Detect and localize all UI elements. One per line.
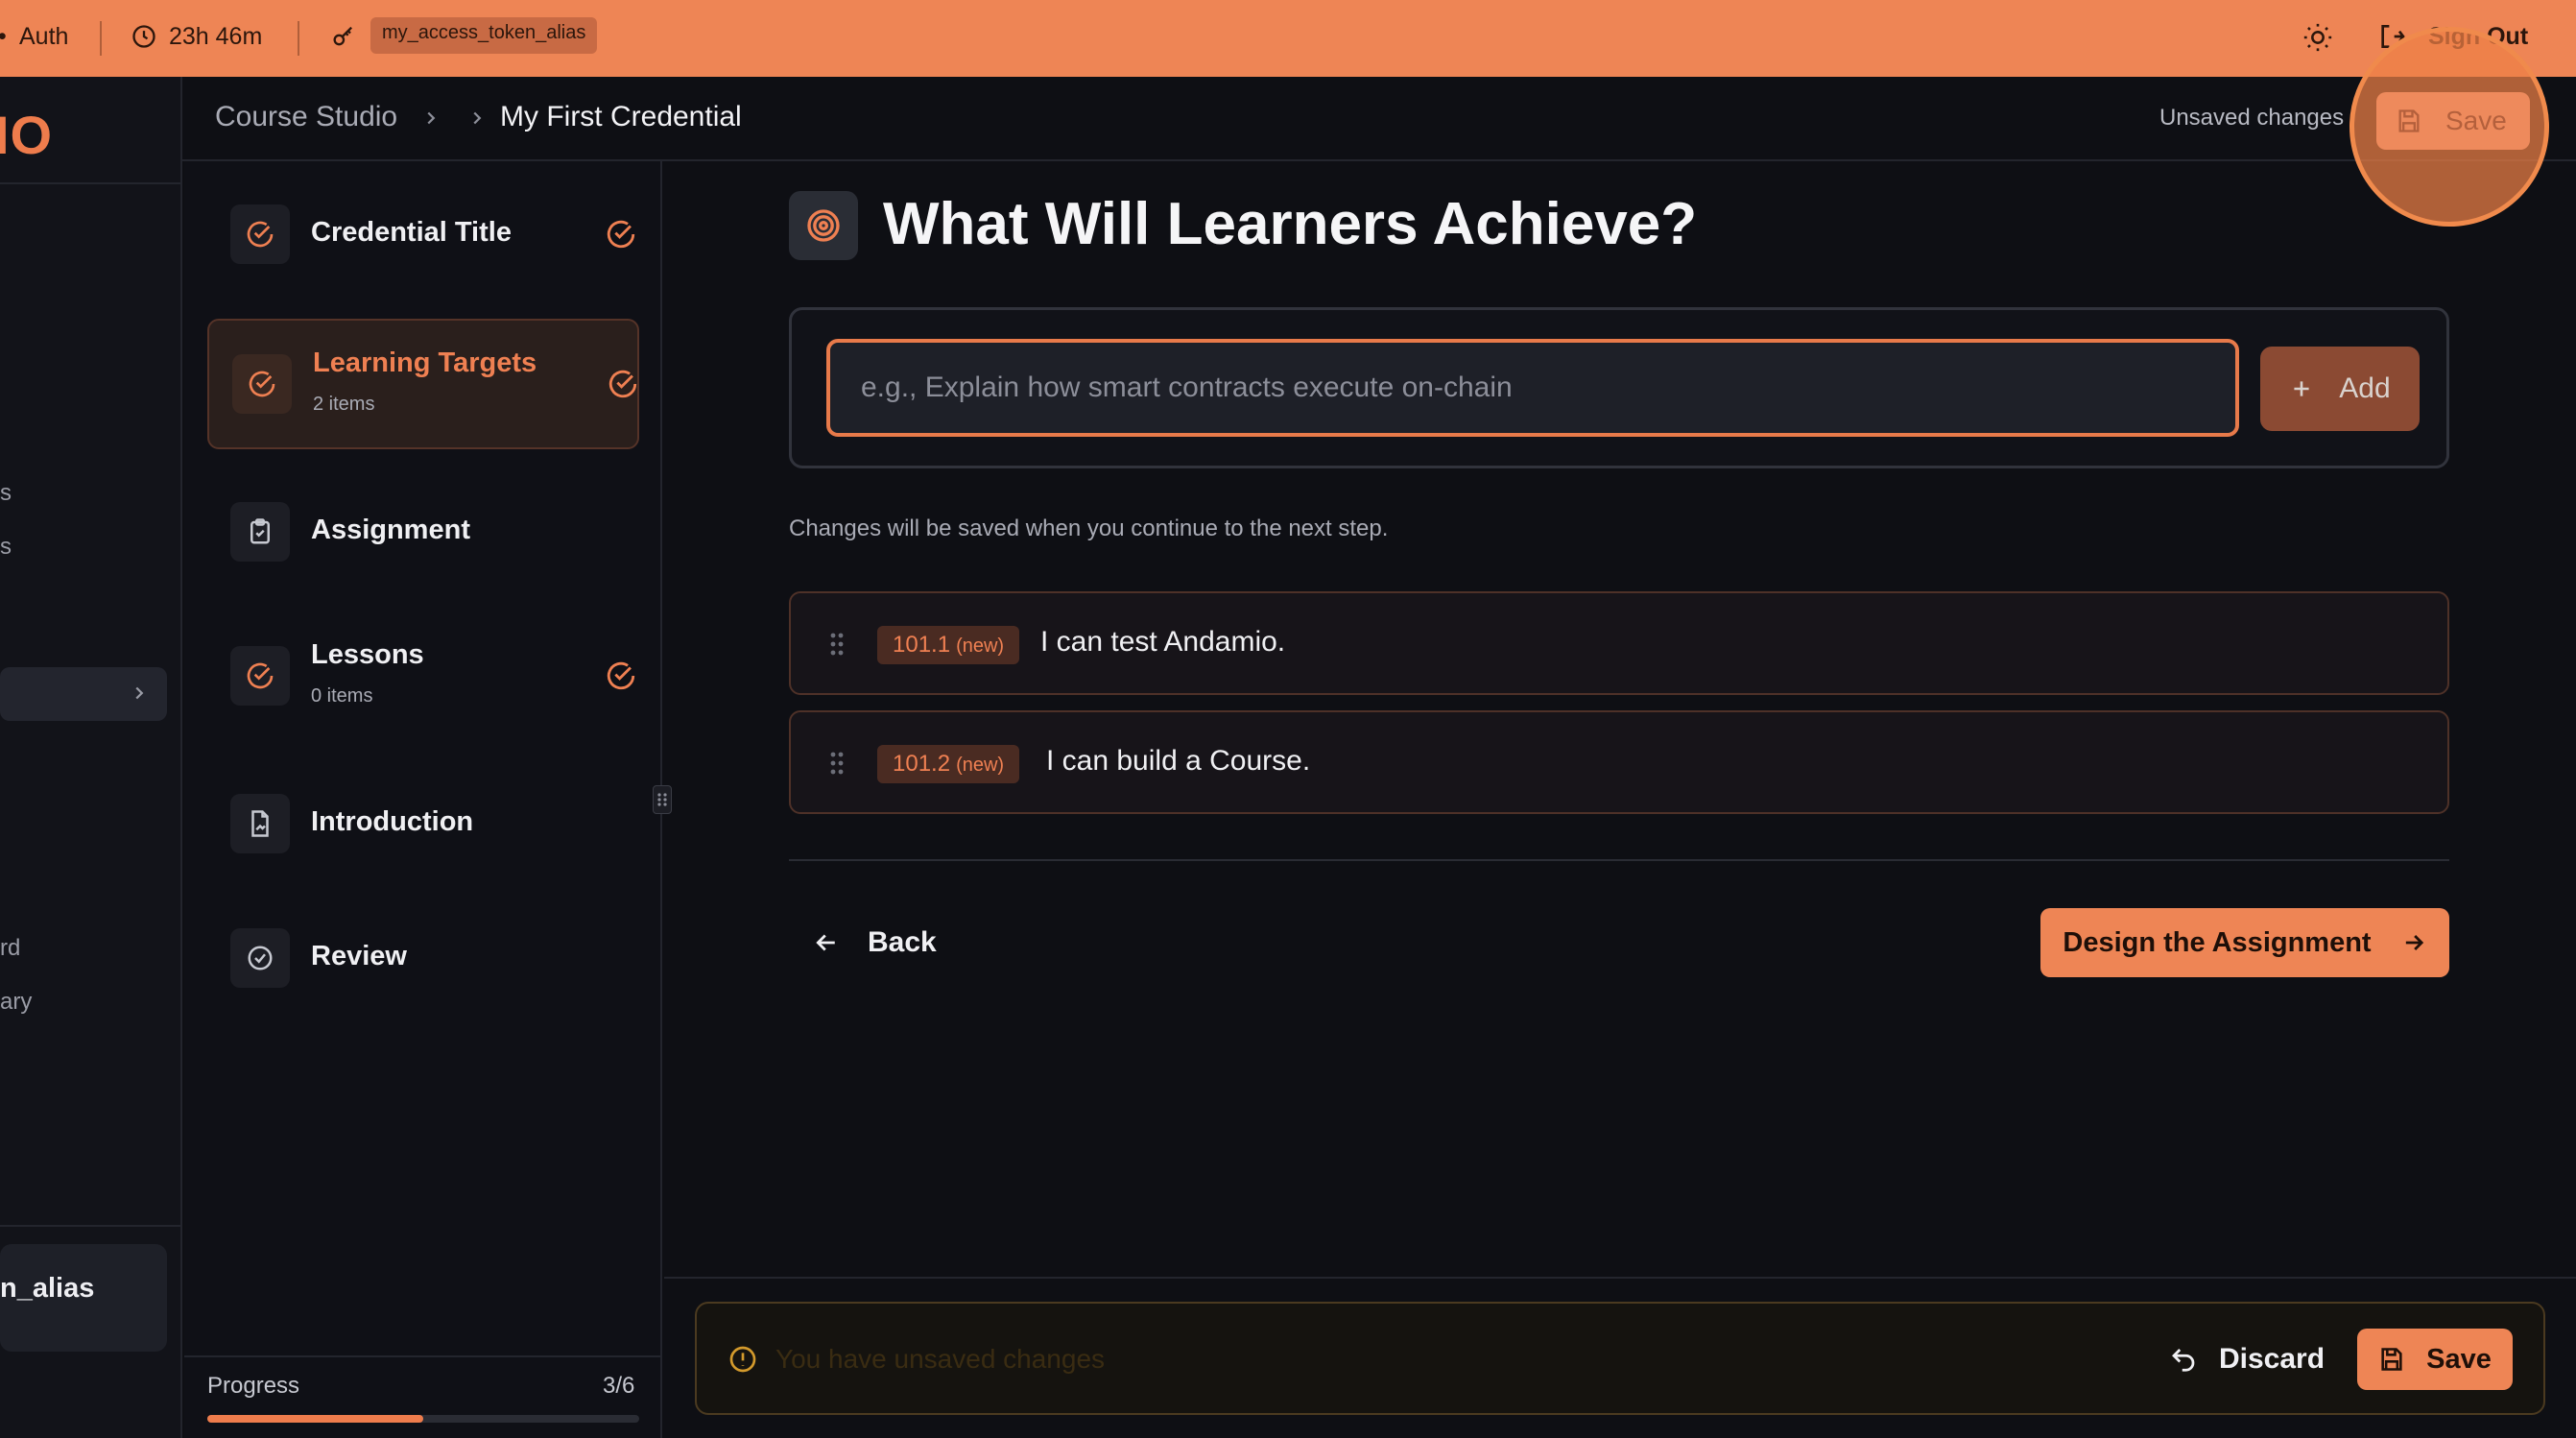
user-card[interactable]: n_alias	[0, 1244, 167, 1352]
panel-resize-handle[interactable]	[653, 785, 672, 814]
unsaved-changes-bar: You have unsaved changes Discard Save	[695, 1302, 2545, 1415]
step-title: Introduction	[311, 806, 474, 837]
token-alias-chip: my_access_token_alias	[370, 17, 598, 54]
new-tag: (new)	[956, 755, 1005, 776]
drag-grip-icon[interactable]	[827, 630, 847, 659]
key-icon	[330, 23, 357, 50]
divider	[0, 1225, 182, 1227]
step-title: Review	[311, 941, 407, 971]
target-code: 101.1	[893, 632, 951, 658]
steps-panel: Credential Title Learning Targets 2 item…	[184, 161, 662, 1438]
step-subtitle: 2 items	[313, 394, 375, 415]
progress-label: Progress	[207, 1373, 300, 1399]
sidebar-item-label[interactable]: ary	[0, 989, 32, 1016]
sidebar-item-label[interactable]: s	[0, 480, 12, 507]
step-lessons[interactable]: Lessons 0 items	[207, 611, 639, 741]
sun-icon[interactable]	[2302, 21, 2334, 54]
target-text: I can build a Course.	[1046, 745, 1311, 777]
new-tag: (new)	[956, 635, 1005, 657]
target-text: I can test Andamio.	[1040, 626, 1286, 658]
step-title: Lessons	[311, 639, 424, 670]
circle-check-icon	[230, 928, 290, 988]
top-bar: • Auth 23h 46m my_access_token_alias Sig…	[0, 0, 2576, 77]
add-target-button[interactable]: Add	[2260, 347, 2420, 431]
target-code-badge: 101.2 (new)	[877, 745, 1020, 783]
plus-icon	[2289, 376, 2314, 401]
progress-count: 3/6	[603, 1373, 635, 1399]
chevron-right-icon	[420, 108, 441, 129]
logo: IO	[0, 105, 54, 165]
step-introduction[interactable]: Introduction	[207, 758, 639, 889]
progress-bar	[207, 1415, 639, 1423]
undo-icon	[2169, 1345, 2198, 1374]
step-subtitle: 0 items	[311, 685, 373, 707]
divider	[789, 859, 2449, 861]
discard-button[interactable]: Discard	[2169, 1332, 2325, 1386]
header-save-label: Save	[2445, 106, 2507, 135]
divider	[664, 1277, 2576, 1279]
save-label: Save	[2426, 1343, 2492, 1375]
check-circle-icon	[230, 204, 290, 264]
target-code: 101.2	[893, 751, 951, 777]
step-credential-title[interactable]: Credential Title	[207, 169, 639, 300]
arrow-left-icon	[812, 928, 841, 957]
divider	[184, 1355, 662, 1357]
user-name: n_alias	[0, 1273, 95, 1304]
design-assignment-button[interactable]: Design the Assignment	[2040, 908, 2449, 977]
save-button[interactable]: Save	[2357, 1329, 2513, 1390]
discard-label: Discard	[2219, 1343, 2326, 1375]
floppy-disk-icon	[2378, 1346, 2405, 1373]
back-button[interactable]: Back	[812, 912, 937, 973]
clock-icon	[131, 23, 157, 50]
next-label: Design the Assignment	[2063, 926, 2372, 958]
check-circle-icon	[605, 218, 637, 251]
alert-circle-icon	[727, 1344, 758, 1375]
divider	[100, 21, 102, 56]
session-timer: 23h 46m	[169, 23, 263, 50]
sidebar-item-active[interactable]	[0, 667, 167, 721]
clipboard-icon	[230, 502, 290, 562]
target-code-badge: 101.1 (new)	[877, 626, 1020, 664]
drag-grip-icon[interactable]	[827, 749, 847, 778]
target-icon	[789, 191, 858, 260]
floppy-disk-icon	[2396, 108, 2422, 134]
chevron-right-icon	[466, 108, 488, 129]
page-title: What Will Learners Achieve?	[883, 191, 1698, 257]
list-item[interactable]: 101.1 (new) I can test Andamio.	[789, 591, 2449, 695]
check-circle-icon	[607, 368, 639, 400]
step-title: Assignment	[311, 515, 470, 545]
step-review[interactable]: Review	[207, 893, 639, 1023]
check-circle-icon	[230, 646, 290, 706]
breadcrumb-parent[interactable]: Course Studio	[215, 101, 397, 133]
auth-label: Auth	[19, 23, 69, 50]
divider	[0, 182, 182, 184]
document-icon	[230, 794, 290, 853]
list-item[interactable]: 101.2 (new) I can build a Course.	[789, 710, 2449, 814]
back-label: Back	[868, 926, 937, 958]
check-circle-icon	[232, 354, 292, 414]
step-assignment[interactable]: Assignment	[207, 467, 639, 597]
add-target-card: Add	[789, 307, 2449, 468]
header-bar: Course Studio My First Credential Unsave…	[182, 77, 2576, 161]
step-title: Learning Targets	[313, 348, 537, 378]
header-save-button[interactable]: Save	[2376, 92, 2530, 150]
arrow-right-icon	[2400, 929, 2427, 956]
check-circle-icon	[605, 659, 637, 692]
unsaved-warning: You have unsaved changes	[775, 1344, 1106, 1374]
sidebar-item-label[interactable]: rd	[0, 935, 20, 962]
progress-fill	[207, 1415, 423, 1423]
step-learning-targets[interactable]: Learning Targets 2 items	[207, 319, 639, 449]
app-sidebar: IO s s rd ary n_alias	[0, 77, 182, 1438]
auth-dot: •	[0, 23, 7, 51]
save-hint: Changes will be saved when you continue …	[789, 515, 1389, 541]
learning-target-input[interactable]	[826, 339, 2239, 437]
chevron-right-icon	[129, 683, 150, 704]
step-title: Credential Title	[311, 217, 512, 248]
sidebar-item-label[interactable]: s	[0, 534, 12, 561]
breadcrumb-current: My First Credential	[500, 101, 742, 132]
unsaved-indicator: Unsaved changes	[2159, 105, 2345, 131]
add-label: Add	[2339, 372, 2391, 404]
divider	[298, 21, 299, 56]
